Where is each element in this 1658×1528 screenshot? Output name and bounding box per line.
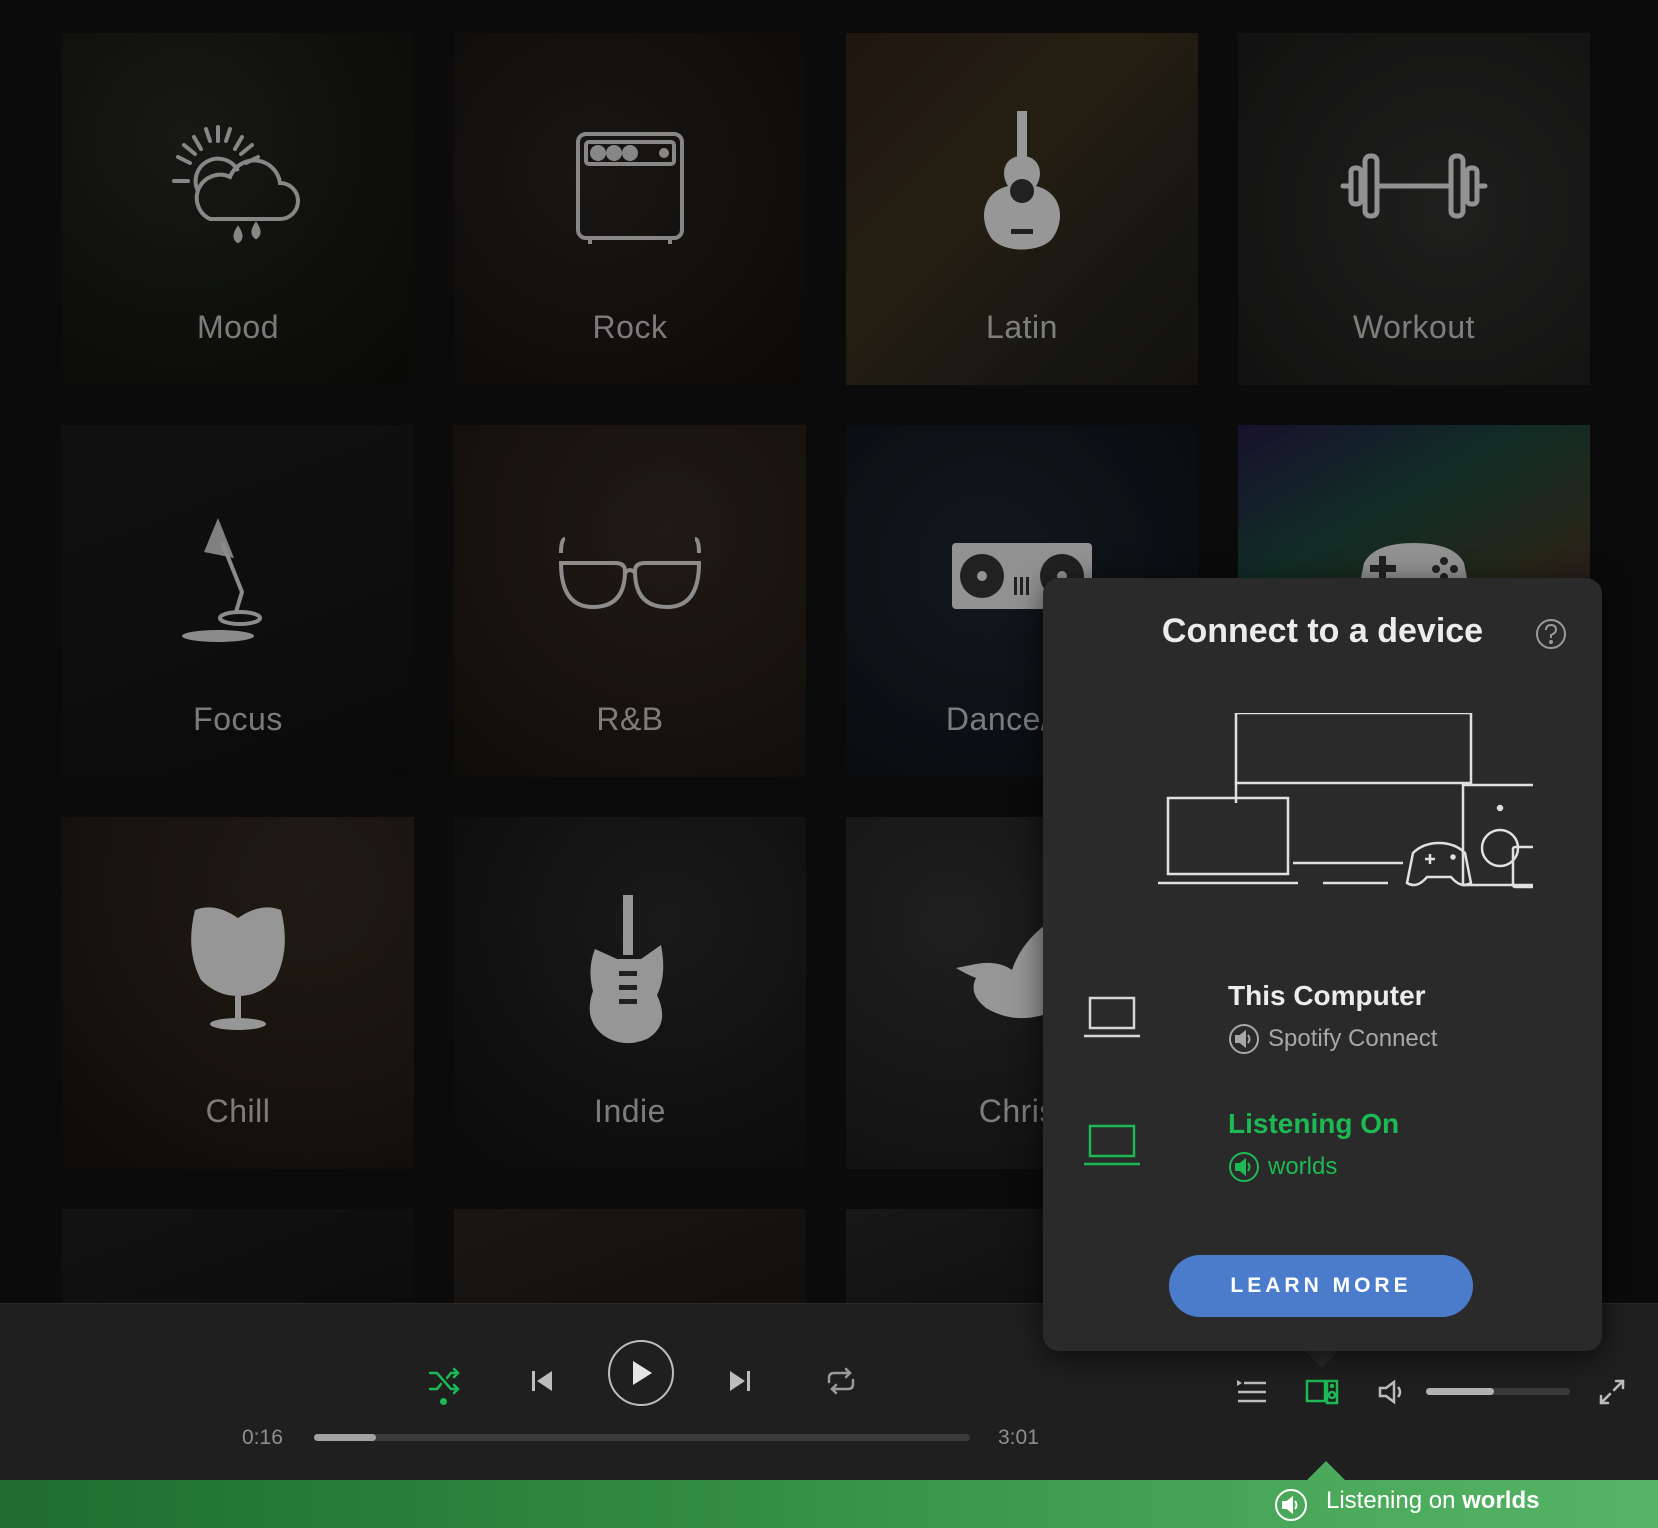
genre-tile-partial[interactable] [454,1209,806,1303]
genre-label: Chill [205,1093,271,1129]
genre-tile-mood[interactable]: Mood [62,33,414,385]
queue-icon [1237,1380,1266,1403]
acoustic-guitar-icon [846,111,1198,261]
device-row-listening-on[interactable]: Listening On worlds [1083,1108,1563,1198]
speaker-icon [1378,1379,1402,1405]
speaker-icon [1274,1488,1308,1527]
popup-title: Connect to a device [1161,612,1484,650]
elapsed-time: 0:16 [242,1426,283,1449]
device-subtitle: Spotify Connect [1228,1023,1437,1055]
learn-more-button[interactable]: LEARN MORE [1169,1255,1473,1317]
devices-icon [1305,1379,1339,1405]
genre-tile-focus[interactable]: Focus [62,425,414,777]
volume-fill [1426,1388,1494,1395]
fullscreen-button[interactable] [1592,1372,1632,1412]
speaker-icon [1229,1152,1259,1182]
device-name: Listening On [1228,1108,1400,1139]
duration-time: 3:01 [998,1426,1039,1449]
genre-tile-rnb[interactable]: R&B [454,425,806,777]
weather-mood-icon [62,111,414,261]
genre-tile-rock[interactable]: Rock [454,33,806,385]
genre-label: Workout [1352,309,1476,345]
device-type-label: Spotify Connect [1268,1025,1438,1052]
genre-label: Indie [594,1093,666,1129]
skip-forward-icon [730,1371,750,1391]
amplifier-icon [454,111,806,261]
genre-tile-latin[interactable]: Latin [846,33,1198,385]
active-device-label: worlds [1268,1153,1338,1180]
genre-label: R&B [596,701,664,737]
spotify-app: Mood Rock Latin Workout Focus R&B Dance/… [0,0,1658,1528]
queue-button[interactable] [1232,1372,1272,1412]
device-name: This Computer [1228,980,1426,1011]
repeat-icon [827,1367,855,1395]
device-subtitle: worlds [1228,1151,1337,1183]
status-bar-pointer [1306,1461,1346,1481]
progress-fill [314,1434,377,1441]
help-icon[interactable] [1535,618,1566,649]
status-prefix: Listening on [1326,1487,1456,1514]
connect-device-popup: Connect to a device This Computer Spotif… [1043,578,1602,1351]
shuffle-active-dot [440,1398,447,1405]
sunglasses-icon [454,503,806,653]
egg-chair-icon [62,895,414,1045]
genre-label: Rock [592,309,668,345]
genre-tile-chill[interactable]: Chill [62,817,414,1169]
electric-guitar-icon [454,895,806,1045]
laptop-icon [1083,1122,1141,1175]
devices-illustration-icon [1158,713,1533,889]
shuffle-icon [428,1367,460,1395]
dumbbell-icon [1238,111,1590,261]
device-row-this-computer[interactable]: This Computer Spotify Connect [1083,980,1563,1070]
repeat-button[interactable] [816,1356,866,1406]
genre-label: Mood [196,309,280,345]
laptop-icon [1083,994,1141,1047]
play-icon [633,1361,652,1385]
genre-tile-partial[interactable] [62,1209,414,1303]
skip-back-icon [532,1371,552,1391]
genre-label: Latin [986,309,1058,345]
volume-button[interactable] [1372,1372,1412,1412]
genre-tile-indie[interactable]: Indie [454,817,806,1169]
speaker-icon [1229,1024,1259,1054]
genre-tile-workout[interactable]: Workout [1238,33,1590,385]
desk-lamp-icon [62,503,414,653]
progress-bar[interactable] [314,1434,970,1441]
volume-slider[interactable] [1426,1388,1570,1395]
next-button[interactable] [718,1356,762,1406]
previous-button[interactable] [520,1356,564,1406]
status-device-name: worlds [1462,1487,1540,1514]
popup-pointer [1304,1350,1340,1368]
connect-device-button[interactable] [1302,1372,1342,1412]
play-button[interactable] [608,1340,674,1406]
expand-icon [1599,1379,1625,1405]
listening-status-text: Listening on worlds [1326,1487,1539,1515]
genre-label: Focus [193,701,283,737]
